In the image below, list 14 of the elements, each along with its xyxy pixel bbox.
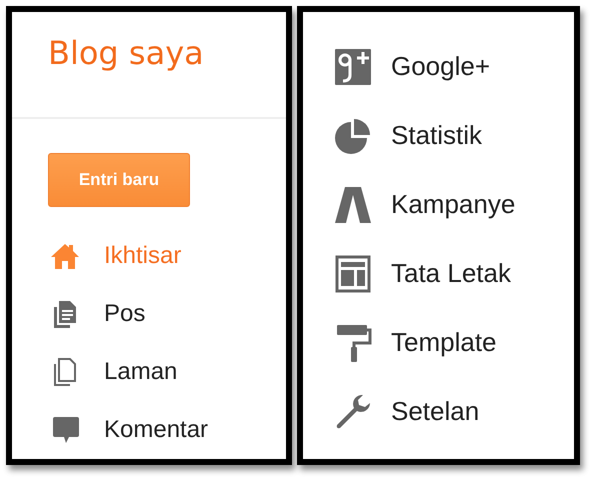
plus-tile-icon bbox=[333, 46, 373, 86]
road-icon bbox=[333, 184, 373, 224]
menu-item[interactable]: Statistik bbox=[333, 101, 482, 170]
speech-bubble-icon bbox=[50, 415, 80, 445]
home-icon bbox=[50, 241, 80, 271]
menu-item[interactable]: Tata Letak bbox=[333, 239, 511, 308]
menu-item[interactable]: Setelan bbox=[333, 377, 480, 446]
menu-item[interactable]: Google+ bbox=[333, 32, 490, 101]
menu-item[interactable]: Kampanye bbox=[333, 170, 516, 239]
menu-item[interactable]: Pos bbox=[50, 285, 146, 343]
menu-item[interactable]: Template bbox=[333, 308, 496, 377]
layout-icon bbox=[333, 254, 373, 294]
menu-item[interactable]: Laman bbox=[50, 343, 178, 401]
menu-item[interactable]: Komentar bbox=[50, 401, 208, 459]
